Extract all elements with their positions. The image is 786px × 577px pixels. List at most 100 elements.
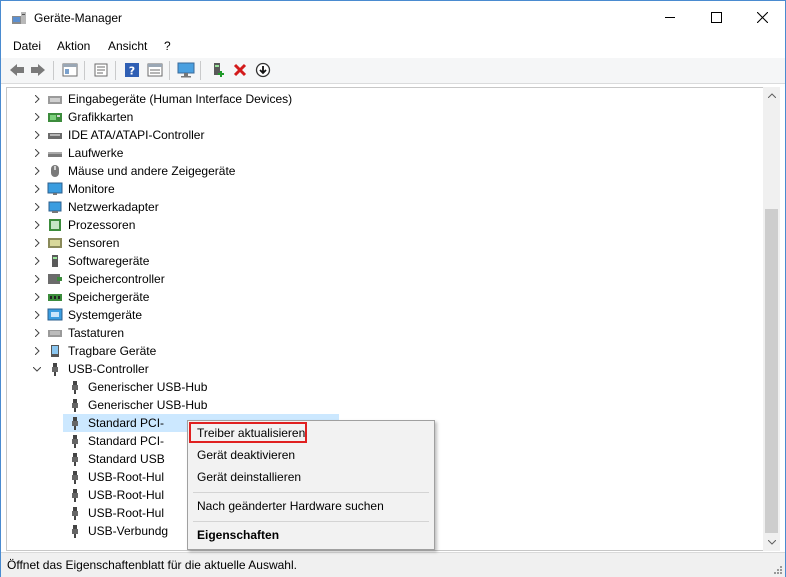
display-adapter-icon [47, 108, 63, 126]
keyboard-icon [47, 324, 63, 342]
tree-category-item[interactable]: Sensoren [7, 234, 747, 252]
update-driver-button[interactable] [254, 61, 272, 79]
scroll-thumb[interactable] [765, 209, 778, 533]
tree-category-item[interactable]: IDE ATA/ATAPI-Controller [7, 126, 747, 144]
expand-toggle[interactable] [31, 252, 43, 270]
scroll-up-arrow[interactable] [763, 87, 780, 104]
menu-datei[interactable]: Datei [13, 39, 41, 53]
tree-usb-child-item[interactable]: Generischer USB-Hub [7, 396, 747, 414]
show-hide-button[interactable] [92, 61, 110, 79]
close-button[interactable] [739, 1, 785, 34]
tree-category-item[interactable]: Netzwerkadapter [7, 198, 747, 216]
storage-controller-icon [47, 270, 63, 288]
back-arrow-icon [10, 64, 24, 76]
tree-category-item[interactable]: Tragbare Geräte [7, 342, 747, 360]
vertical-scrollbar[interactable] [763, 87, 780, 551]
menu-item-uninstall-device[interactable]: Gerät deinstallieren [197, 470, 301, 484]
expand-toggle[interactable] [31, 270, 43, 288]
menu-item-properties[interactable]: Eigenschaften [197, 528, 279, 542]
tree-item-label: Netzwerkadapter [68, 200, 159, 214]
update-download-icon [255, 62, 271, 78]
portable-device-icon [47, 342, 63, 360]
expand-toggle[interactable] [31, 234, 43, 252]
toolbar-separator [84, 61, 85, 80]
menu-ansicht[interactable]: Ansicht [108, 39, 147, 53]
tree-category-item[interactable]: Systemgeräte [7, 306, 747, 324]
maximize-button[interactable] [693, 1, 739, 34]
tree-item-label: IDE ATA/ATAPI-Controller [68, 128, 205, 142]
device-manager-window: Geräte-Manager Datei Aktion Ansicht ? ? [0, 0, 786, 577]
ide-controller-icon [47, 126, 63, 144]
tree-category-item[interactable]: Grafikkarten [7, 108, 747, 126]
tree-item-label: Laufwerke [68, 146, 124, 160]
tree-item-label: Generischer USB-Hub [88, 398, 208, 412]
toolbar-separator [169, 61, 170, 80]
tree-item-label: Grafikkarten [68, 110, 134, 124]
tree-category-item[interactable]: Softwaregeräte [7, 252, 747, 270]
tree-item-label: Sensoren [68, 236, 120, 250]
help-button[interactable]: ? [123, 61, 141, 79]
add-driver-button[interactable] [209, 61, 227, 79]
tree-category-item[interactable]: Eingabegeräte (Human Interface Devices) [7, 90, 747, 108]
status-bar: Öffnet das Eigenschaftenblatt für die ak… [1, 552, 785, 577]
chevron-right-icon [34, 95, 40, 103]
chevron-right-icon [34, 293, 40, 301]
tree-category-item[interactable]: Laufwerke [7, 144, 747, 162]
uninstall-button[interactable] [231, 61, 249, 79]
tree-category-item[interactable]: Tastaturen [7, 324, 747, 342]
chevron-down-icon [767, 540, 776, 545]
tree-item-label: Generischer USB-Hub [88, 380, 208, 394]
tree-item-label: Standard USB [88, 452, 165, 466]
window-title: Geräte-Manager [34, 11, 123, 25]
tree-item-label: USB-Root-Hul [88, 488, 165, 502]
expand-toggle[interactable] [31, 342, 43, 360]
monitor-scan-icon [177, 62, 195, 78]
minimize-button[interactable] [647, 1, 693, 34]
expand-toggle[interactable] [31, 216, 43, 234]
properties-button[interactable] [61, 61, 79, 79]
toolbar-separator [53, 61, 54, 80]
expand-toggle[interactable] [31, 198, 43, 216]
expand-toggle[interactable] [31, 108, 43, 126]
tree-category-item[interactable]: Monitore [7, 180, 747, 198]
tree-category-item[interactable]: USB-Controller [7, 360, 747, 378]
expand-toggle[interactable] [31, 288, 43, 306]
expand-toggle[interactable] [31, 360, 43, 378]
expand-toggle[interactable] [31, 144, 43, 162]
chevron-right-icon [34, 257, 40, 265]
expand-toggle[interactable] [31, 126, 43, 144]
tree-item-label: USB-Root-Hul [88, 506, 165, 520]
tree-category-item[interactable]: Prozessoren [7, 216, 747, 234]
sensor-icon [47, 234, 63, 252]
tree-category-item[interactable]: Speichercontroller [7, 270, 747, 288]
expand-toggle[interactable] [31, 162, 43, 180]
menu-help[interactable]: ? [164, 39, 171, 53]
tree-category-item[interactable]: Speichergeräte [7, 288, 747, 306]
menu-item-scan-hardware[interactable]: Nach geänderter Hardware suchen [197, 499, 384, 513]
tree-item-label: Monitore [68, 182, 115, 196]
expand-toggle[interactable] [31, 324, 43, 342]
menu-item-update-driver[interactable]: Treiber aktualisieren [197, 426, 305, 440]
scan-hardware-button[interactable] [177, 61, 195, 79]
expand-toggle[interactable] [31, 90, 43, 108]
processor-icon [47, 216, 63, 234]
back-button[interactable] [8, 61, 26, 79]
resize-grip-icon[interactable] [772, 564, 782, 574]
usb-icon [67, 414, 83, 432]
close-icon [756, 12, 768, 23]
maximize-icon [710, 12, 722, 23]
tree-item-label: Tastaturen [68, 326, 125, 340]
forward-button[interactable] [29, 61, 47, 79]
details-button[interactable] [146, 61, 164, 79]
mouse-icon [47, 162, 63, 180]
tree-usb-child-item[interactable]: Generischer USB-Hub [7, 378, 747, 396]
scroll-down-arrow[interactable] [763, 534, 780, 551]
expand-toggle[interactable] [31, 306, 43, 324]
tree-category-item[interactable]: Mäuse und andere Zeigegeräte [7, 162, 747, 180]
menu-aktion[interactable]: Aktion [57, 39, 90, 53]
chevron-down-icon [33, 366, 41, 372]
title-bar: Geräte-Manager [1, 1, 785, 34]
tree-item-label: USB-Root-Hul [88, 470, 165, 484]
expand-toggle[interactable] [31, 180, 43, 198]
menu-item-disable-device[interactable]: Gerät deaktivieren [197, 448, 295, 462]
